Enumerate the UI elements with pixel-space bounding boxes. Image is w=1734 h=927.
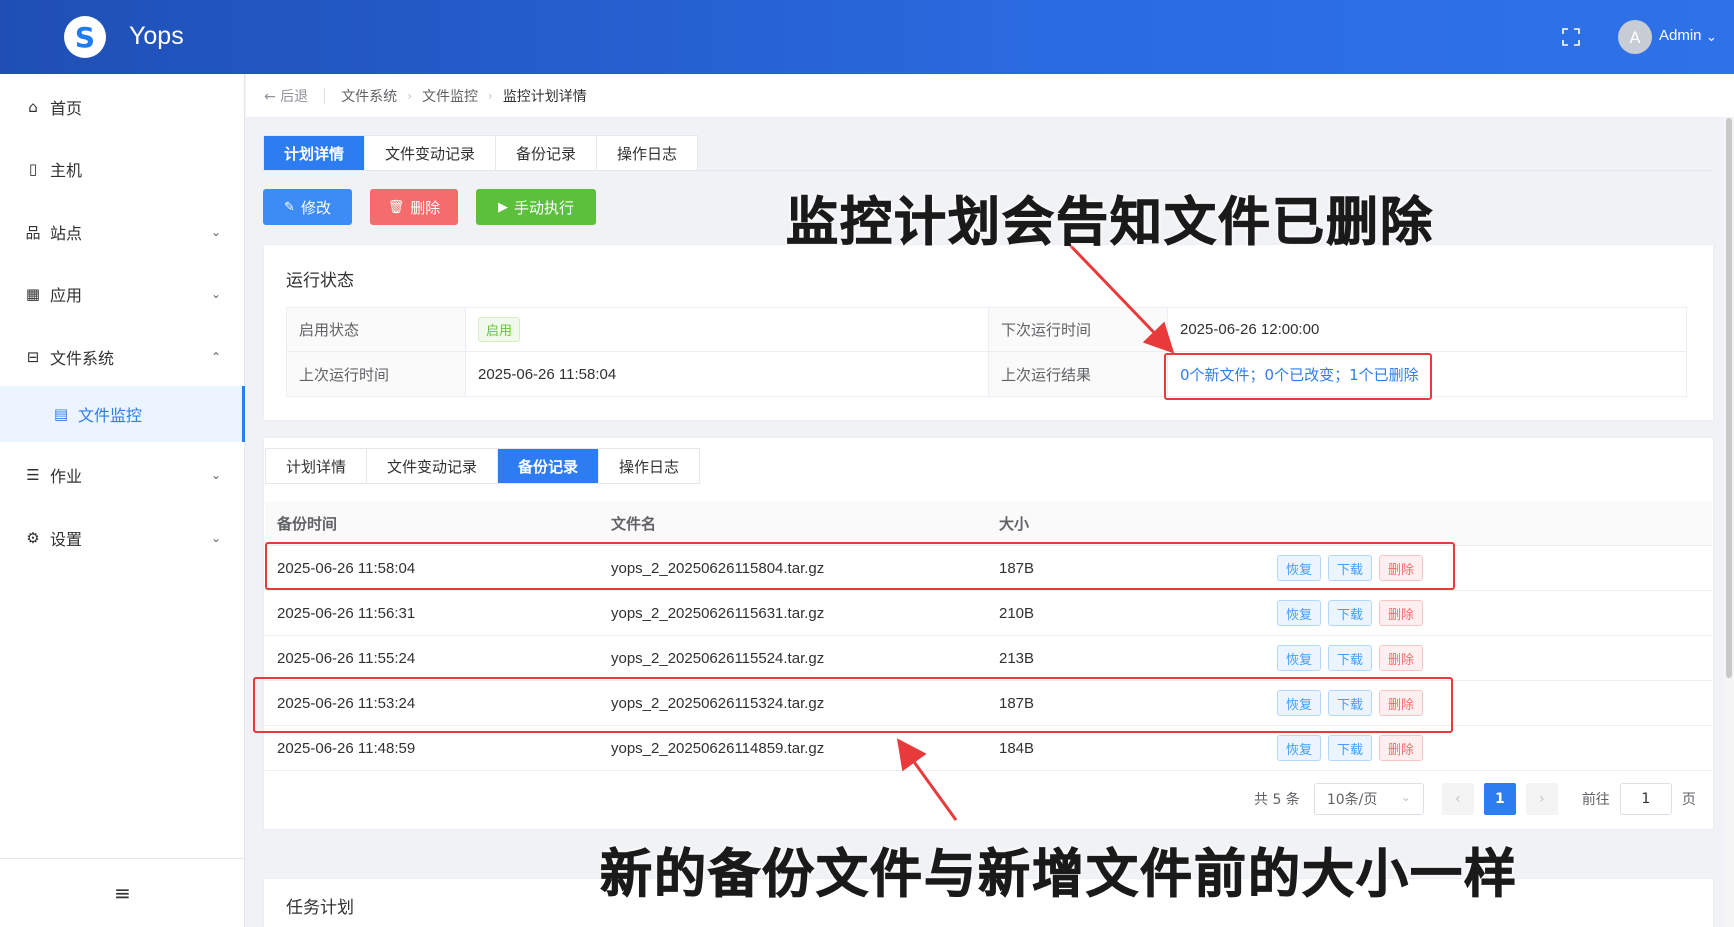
annotation-top: 监控计划会告知文件已删除 bbox=[785, 192, 1435, 254]
annotation-arrows bbox=[896, 240, 1175, 821]
annotation-bottom: 新的备份文件与新增文件前的大小一样 bbox=[599, 844, 1519, 906]
arrow-to-row bbox=[896, 738, 958, 821]
arrow-to-result bbox=[1065, 240, 1175, 354]
